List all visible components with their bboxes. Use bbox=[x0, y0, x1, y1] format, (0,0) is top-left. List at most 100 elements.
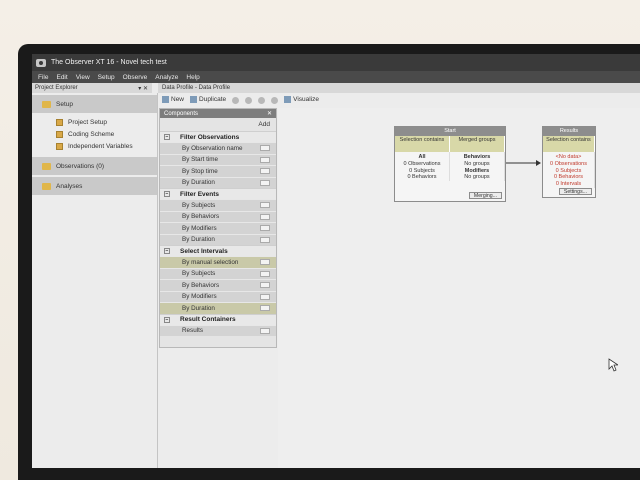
component-row[interactable]: By Modifiers bbox=[160, 222, 276, 234]
component-row[interactable]: By Duration bbox=[160, 176, 276, 188]
new-icon bbox=[162, 96, 169, 104]
connector-arrow bbox=[506, 160, 541, 166]
panel-controls-icon[interactable]: ▾ ✕ bbox=[138, 85, 148, 92]
collapse-icon[interactable]: − bbox=[164, 316, 170, 323]
component-group-header[interactable]: − Result Containers bbox=[160, 313, 276, 325]
explorer-item[interactable]: Coding Scheme bbox=[32, 128, 157, 140]
start-box-headers: Selection contains Merged groups bbox=[395, 136, 505, 152]
visualize-button[interactable]: Visualize bbox=[284, 96, 319, 104]
menu-item-setup[interactable]: Setup bbox=[98, 74, 115, 81]
zoom-in-icon[interactable] bbox=[258, 96, 266, 104]
add-button[interactable] bbox=[260, 145, 270, 152]
explorer-setup[interactable]: Setup bbox=[32, 95, 157, 113]
components-title: Components bbox=[164, 110, 199, 117]
component-row[interactable]: By Modifiers bbox=[160, 290, 276, 302]
box-line: 0 Behaviors bbox=[407, 174, 437, 181]
menu-item-view[interactable]: View bbox=[76, 74, 90, 81]
add-button[interactable] bbox=[260, 305, 270, 312]
component-row[interactable]: By Behaviors bbox=[160, 279, 276, 291]
add-button[interactable] bbox=[260, 327, 270, 334]
folder-icon bbox=[42, 182, 51, 190]
component-row[interactable]: By Duration bbox=[160, 233, 276, 245]
component-label: By manual selection bbox=[182, 258, 239, 266]
box-line: 0 Intervals bbox=[555, 181, 582, 188]
new-button[interactable]: New bbox=[162, 96, 185, 104]
start-selection-header: Selection contains bbox=[395, 136, 450, 152]
explorer-item-label: Project Setup bbox=[68, 118, 108, 126]
analyses-label: Analyses bbox=[56, 182, 83, 190]
start-box-body: All 0 Observations 0 Subjects 0 Behaviors B… bbox=[395, 152, 505, 182]
component-group-header[interactable]: − Filter Observations bbox=[160, 131, 276, 142]
component-row[interactable]: By Observation name bbox=[160, 142, 276, 154]
component-row[interactable]: By Duration bbox=[160, 302, 276, 314]
add-button[interactable] bbox=[260, 270, 270, 277]
fit-icon[interactable] bbox=[271, 96, 279, 104]
folder-icon bbox=[42, 162, 51, 170]
settings-button[interactable]: Settings... bbox=[558, 188, 592, 195]
component-group-header[interactable]: − Select Intervals bbox=[160, 245, 276, 256]
new-label: New bbox=[171, 96, 185, 104]
results-box[interactable]: Results Selection contains <No data> 0 Ob… bbox=[542, 126, 596, 198]
add-button[interactable] bbox=[260, 168, 270, 175]
add-button[interactable] bbox=[260, 293, 270, 300]
explorer-item[interactable]: Independent Variables bbox=[32, 140, 157, 152]
undo-icon[interactable] bbox=[232, 96, 240, 104]
start-right-column: Behaviors No groups Modifiers No groups bbox=[450, 152, 505, 182]
component-row[interactable]: By Stop time bbox=[160, 165, 276, 177]
component-row[interactable]: Results bbox=[160, 324, 276, 336]
component-label: By Duration bbox=[182, 236, 215, 244]
component-group-header[interactable]: − Filter Events bbox=[160, 188, 276, 199]
component-row[interactable]: By Subjects bbox=[160, 267, 276, 279]
box-line: 0 Subjects bbox=[409, 167, 435, 174]
data-profile-canvas[interactable]: Start Selection contains Merged groups A… bbox=[278, 108, 640, 468]
close-icon[interactable]: ✕ bbox=[267, 110, 272, 117]
box-line: All bbox=[418, 154, 426, 160]
component-row[interactable]: By Subjects bbox=[160, 199, 276, 211]
add-button[interactable] bbox=[260, 236, 270, 243]
add-button[interactable] bbox=[260, 156, 270, 163]
component-label: By Modifiers bbox=[182, 293, 217, 301]
start-box-title: Start bbox=[395, 127, 505, 136]
duplicate-icon bbox=[190, 96, 198, 104]
project-explorer: Setup Project Setup Coding Scheme Independ… bbox=[32, 93, 158, 468]
add-button[interactable] bbox=[260, 202, 270, 209]
components-header: Components ✕ bbox=[160, 109, 276, 118]
add-button[interactable] bbox=[260, 213, 270, 220]
add-button[interactable] bbox=[260, 282, 270, 289]
add-button[interactable] bbox=[260, 259, 270, 266]
add-button[interactable] bbox=[260, 225, 270, 232]
menu-item-analyze[interactable]: Analyze bbox=[155, 74, 178, 81]
add-column-label: Add bbox=[258, 121, 270, 128]
add-button[interactable] bbox=[260, 179, 270, 186]
explorer-analyses[interactable]: Analyses bbox=[32, 177, 157, 195]
explorer-observations[interactable]: Observations (0) bbox=[32, 157, 157, 175]
component-label: By Subjects bbox=[182, 201, 216, 209]
project-explorer-header: Project Explorer ▾ ✕ bbox=[32, 83, 152, 93]
zoom-out-icon[interactable] bbox=[245, 96, 253, 104]
setup-label: Setup bbox=[56, 100, 73, 108]
collapse-icon[interactable]: − bbox=[164, 248, 170, 254]
observations-label: Observations (0) bbox=[56, 162, 105, 170]
results-box-headers: Selection contains bbox=[543, 136, 595, 152]
tab-data-profile[interactable]: Data Profile - Data Profile bbox=[162, 85, 230, 91]
merging-button[interactable]: Merging... bbox=[468, 192, 502, 199]
explorer-item[interactable]: Project Setup bbox=[32, 116, 157, 128]
duplicate-button[interactable]: Duplicate bbox=[190, 96, 226, 104]
menu-item-help[interactable]: Help bbox=[186, 74, 199, 81]
component-row[interactable]: By manual selection bbox=[160, 256, 276, 268]
visualize-icon bbox=[284, 96, 292, 104]
collapse-icon[interactable]: − bbox=[164, 191, 170, 197]
menu-item-file[interactable]: File bbox=[38, 74, 48, 81]
start-box[interactable]: Start Selection contains Merged groups A… bbox=[394, 126, 506, 202]
menu-bar: File Edit View Setup Observe Analyze Help bbox=[32, 71, 640, 83]
setup-items: Project Setup Coding Scheme Independent Va… bbox=[32, 113, 157, 155]
box-line: 0 Observations bbox=[403, 160, 441, 167]
collapse-icon[interactable]: − bbox=[164, 134, 170, 140]
app-logo-icon bbox=[36, 58, 46, 67]
menu-item-edit[interactable]: Edit bbox=[56, 74, 67, 81]
menu-item-observe[interactable]: Observe bbox=[123, 74, 148, 81]
component-row[interactable]: By Behaviors bbox=[160, 210, 276, 222]
component-label: By Duration bbox=[182, 304, 215, 312]
results-column: <No data> 0 Observations 0 Subjects 0 Behav… bbox=[543, 152, 595, 188]
component-row[interactable]: By Start time bbox=[160, 153, 276, 165]
